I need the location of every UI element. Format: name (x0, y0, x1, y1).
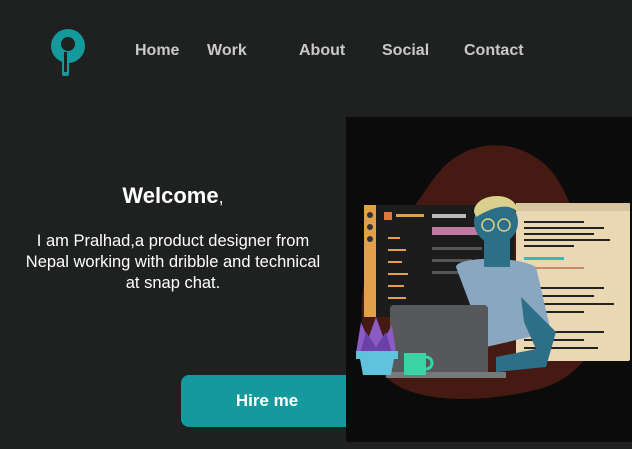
designer-at-desk-illustration (356, 145, 630, 399)
intro-line: Nepal working with dribble and technical (25, 253, 321, 271)
hire-me-button[interactable]: Hire me (181, 375, 353, 427)
welcome-heading: Welcome, (0, 183, 346, 209)
intro-line: at snap chat. (125, 274, 221, 292)
welcome-text: Welcome (122, 183, 219, 208)
nav-home[interactable]: Home (135, 42, 179, 60)
nav-about[interactable]: About (299, 42, 345, 60)
logo-pin-icon[interactable] (48, 28, 88, 76)
welcome-comma: , (218, 187, 224, 207)
nav-social[interactable]: Social (382, 42, 429, 60)
intro-paragraph: I am Pralhad,a product designer from Nep… (0, 231, 346, 294)
nav-contact[interactable]: Contact (464, 42, 524, 60)
nav-work[interactable]: Work (207, 42, 247, 60)
intro-line: I am Pralhad,a product designer from (36, 232, 310, 250)
hero-illustration (346, 117, 632, 442)
